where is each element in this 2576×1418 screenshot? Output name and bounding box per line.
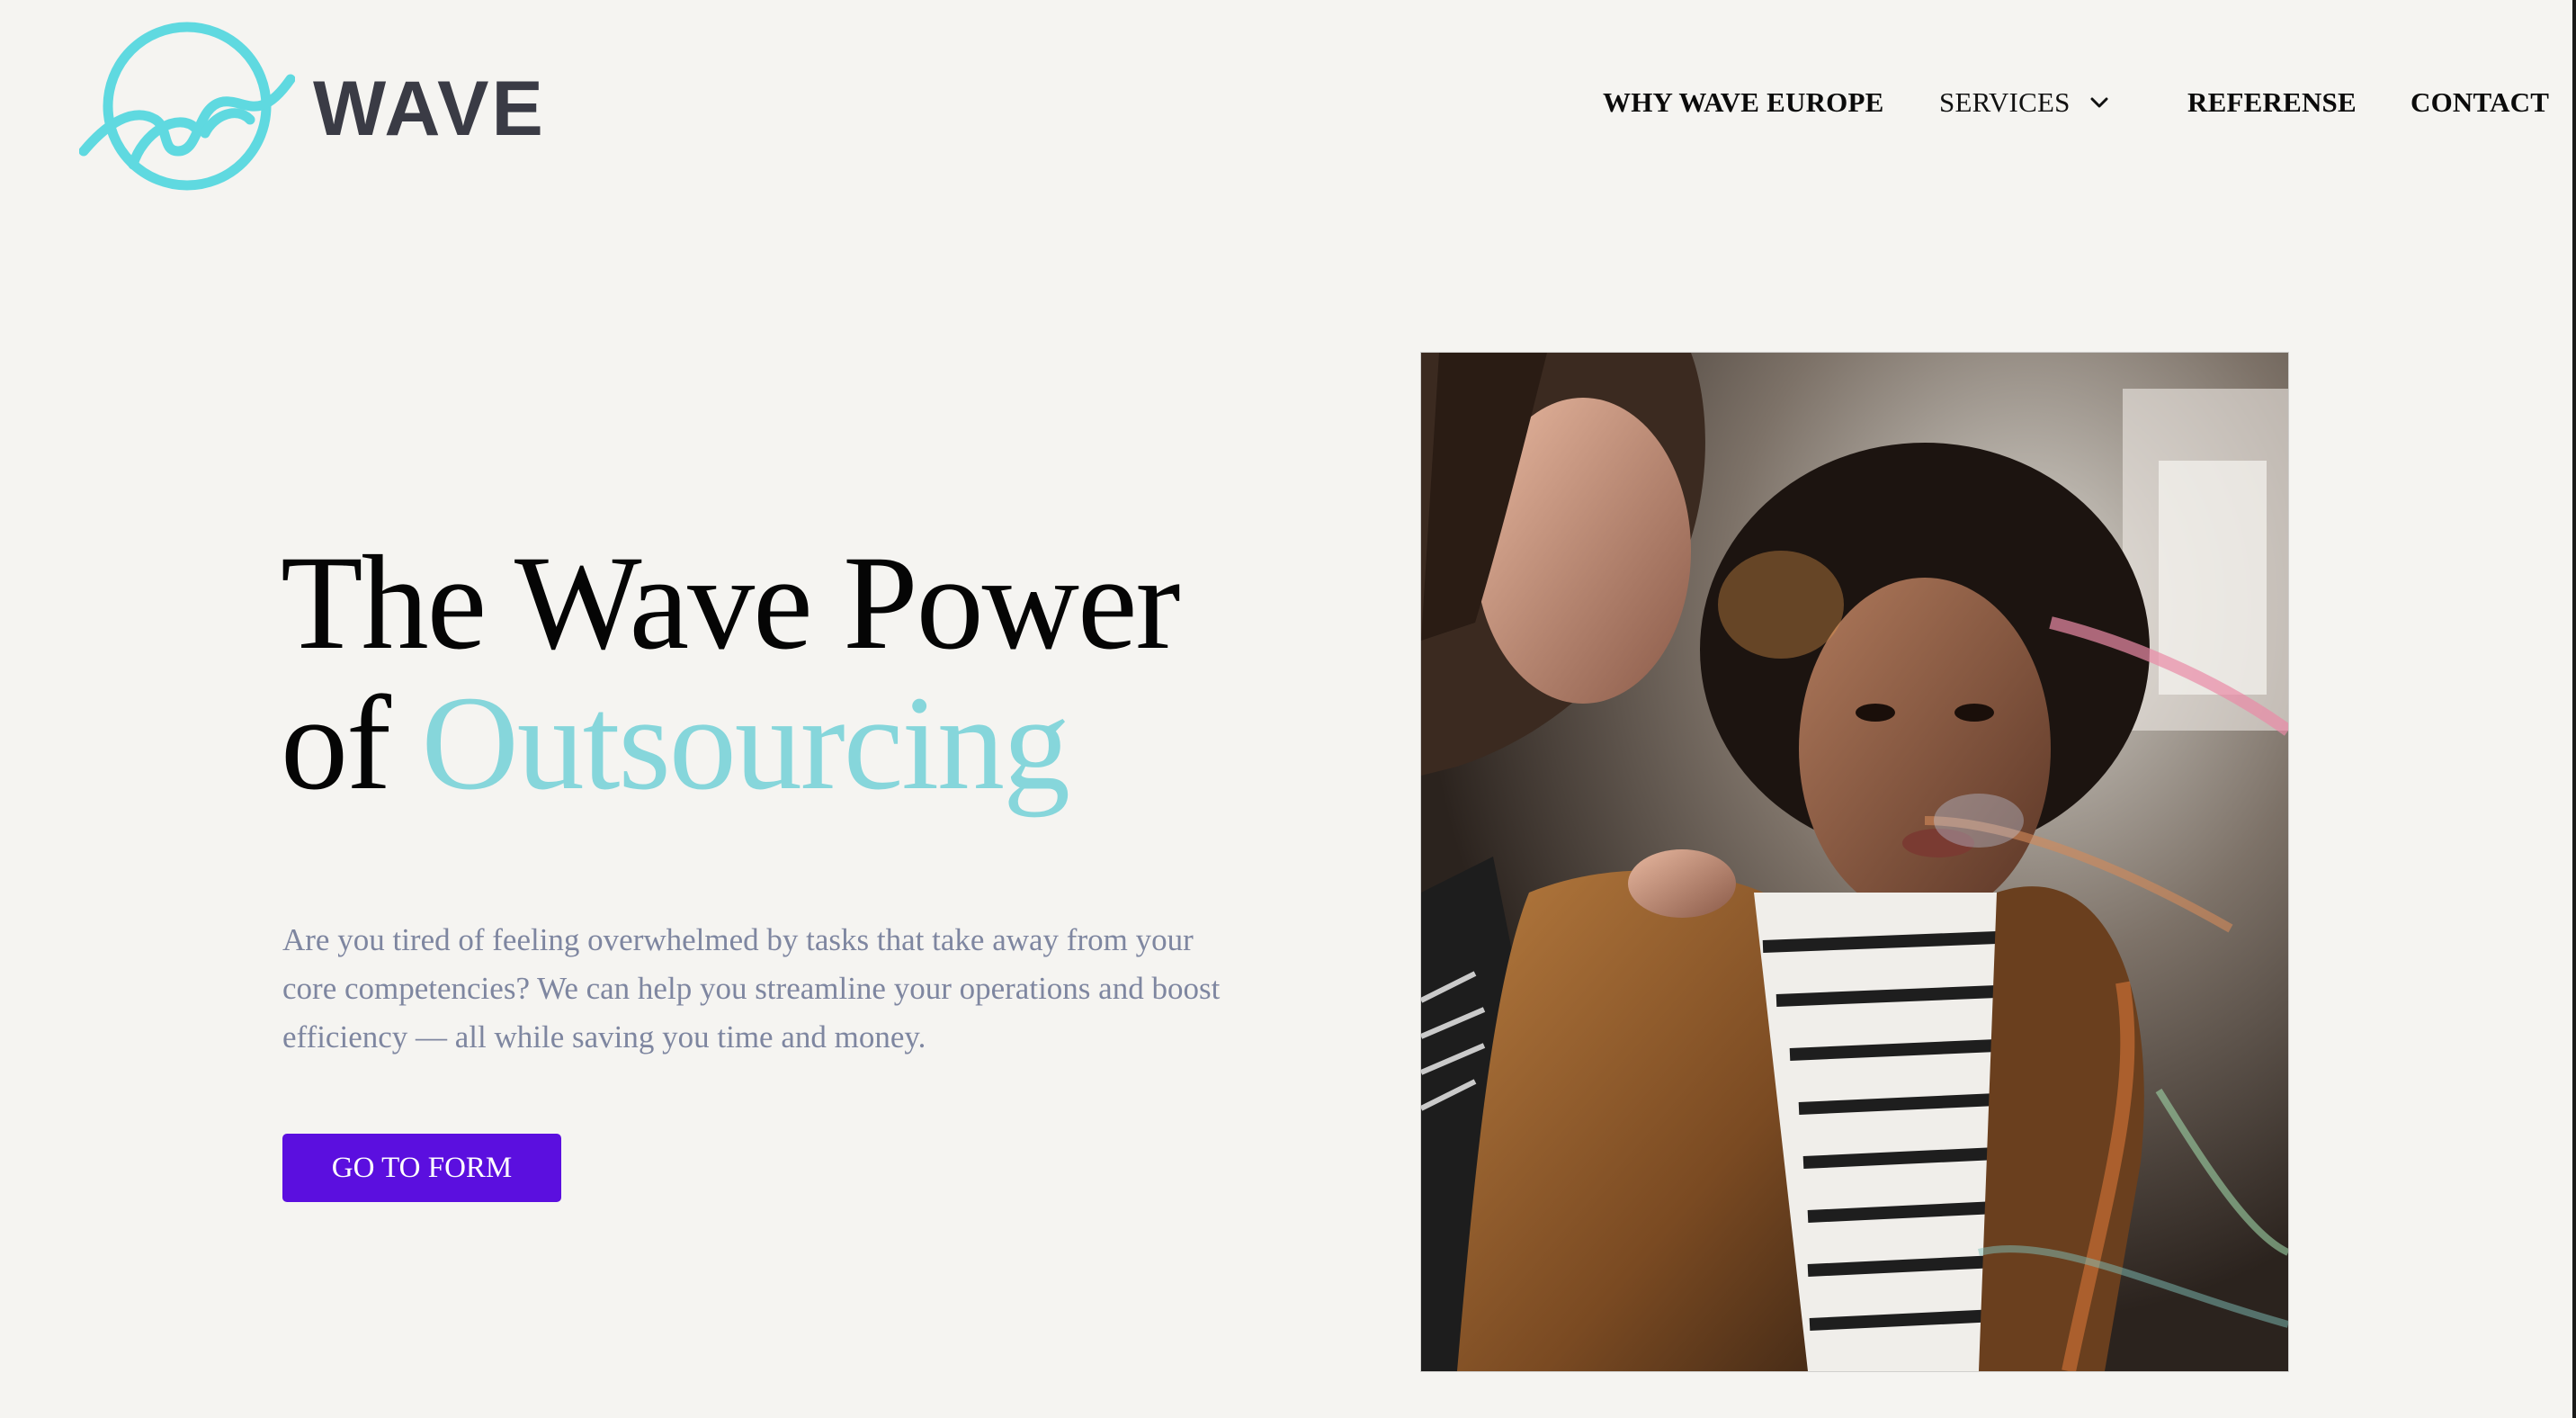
chevron-down-icon — [2090, 97, 2108, 108]
nav-item-services[interactable]: SERVICES — [1939, 86, 2108, 119]
nav-item-contact[interactable]: CONTACT — [2411, 86, 2549, 119]
hero-title-accent: Outsourcing — [421, 669, 1070, 818]
hero-title-line2-prefix: of — [281, 669, 422, 818]
hero-photo — [1421, 353, 2288, 1371]
nav-item-referense[interactable]: REFERENSE — [2187, 86, 2357, 119]
hero-photo-illustration — [1421, 353, 2288, 1371]
hero-title: The Wave Power of Outsourcing — [281, 533, 1180, 813]
hero-description: Are you tired of feeling overwhelmed by … — [282, 922, 1221, 1055]
nav-item-services-label: SERVICES — [1939, 86, 2071, 118]
window-edge — [2572, 0, 2576, 1418]
main-navigation: WHY WAVE EUROPE SERVICES REFERENSE CONTA… — [0, 86, 2576, 131]
hero-title-line1: The Wave Power — [281, 528, 1180, 678]
go-to-form-button[interactable]: GO TO FORM — [282, 1134, 561, 1202]
nav-item-why-wave-europe[interactable]: WHY WAVE EUROPE — [1603, 86, 1884, 119]
